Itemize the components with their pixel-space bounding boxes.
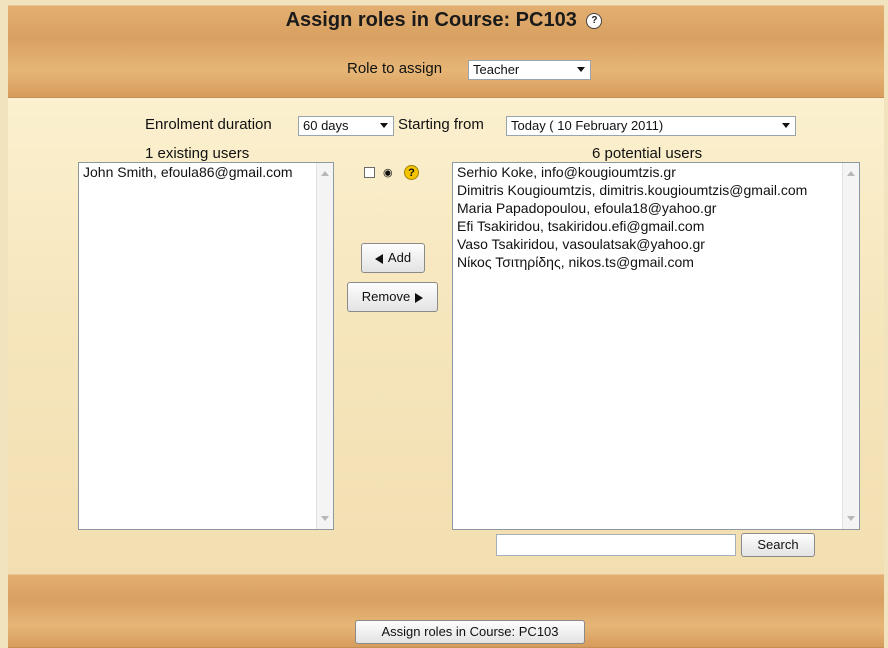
list-item[interactable]: Dimitris Kougioumtzis, dimitris.kougioum… [453, 181, 859, 199]
role-select-value: Teacher [473, 62, 520, 77]
page-title: Assign roles in Course: PC103 ? [0, 9, 888, 32]
scroll-down-icon[interactable] [847, 516, 855, 521]
scroll-up-icon[interactable] [847, 171, 855, 176]
enrolment-duration-value: 60 days [303, 118, 349, 133]
starting-from-value: Today ( 10 February 2011) [511, 118, 664, 133]
arrow-right-icon [415, 292, 424, 303]
role-select[interactable]: Teacher [468, 60, 591, 80]
assign-roles-submit-label: Assign roles in Course: PC103 [381, 624, 559, 639]
search-input[interactable] [496, 534, 736, 556]
remove-button-label: Remove [361, 289, 411, 304]
existing-users-heading: 1 existing users [145, 145, 250, 162]
enrolment-duration-label: Enrolment duration [145, 116, 272, 133]
role-to-assign-label: Role to assign [347, 60, 443, 77]
search-button-label: Search [757, 537, 799, 552]
list-item[interactable]: Νίκος Τσιτηρίδης, nikos.ts@gmail.com [453, 253, 859, 271]
arrow-left-icon [374, 253, 383, 264]
add-button-label: Add [387, 250, 412, 265]
existing-users-list[interactable]: John Smith, efoula86@gmail.com [78, 162, 334, 530]
starting-from-label: Starting from [398, 116, 484, 133]
list-item[interactable]: Vaso Tsakiridou, vasoulatsak@yahoo.gr [453, 235, 859, 253]
show-hidden-checkbox[interactable] [364, 167, 375, 178]
add-button[interactable]: Add [361, 243, 425, 273]
question-circle-icon[interactable]: ? [586, 12, 603, 29]
search-button[interactable]: Search [741, 533, 815, 557]
help-question-icon[interactable]: ? [404, 165, 419, 180]
list-item[interactable]: John Smith, efoula86@gmail.com [79, 163, 333, 181]
chevron-down-icon [782, 123, 790, 128]
scrollbar[interactable] [842, 163, 859, 529]
scroll-up-icon[interactable] [321, 171, 329, 176]
scrollbar[interactable] [316, 163, 333, 529]
remove-button[interactable]: Remove [347, 282, 438, 312]
enrolment-duration-select[interactable]: 60 days [298, 116, 394, 136]
potential-users-list[interactable]: Serhio Koke, info@kougioumtzis.gr Dimitr… [452, 162, 860, 530]
starting-from-select[interactable]: Today ( 10 February 2011) [506, 116, 796, 136]
scroll-down-icon[interactable] [321, 516, 329, 521]
list-item[interactable]: Serhio Koke, info@kougioumtzis.gr [453, 163, 859, 181]
list-item[interactable]: Maria Papadopoulou, efoula18@yahoo.gr [453, 199, 859, 217]
page-title-text: Assign roles in Course: PC103 [285, 9, 577, 31]
eye-icon: ◉ [383, 167, 393, 179]
list-item[interactable]: Efi Tsakiridou, tsakiridou.efi@gmail.com [453, 217, 859, 235]
assign-roles-submit-button[interactable]: Assign roles in Course: PC103 [355, 620, 585, 644]
chevron-down-icon [380, 123, 388, 128]
potential-users-heading: 6 potential users [592, 145, 703, 162]
chevron-down-icon [577, 67, 585, 72]
